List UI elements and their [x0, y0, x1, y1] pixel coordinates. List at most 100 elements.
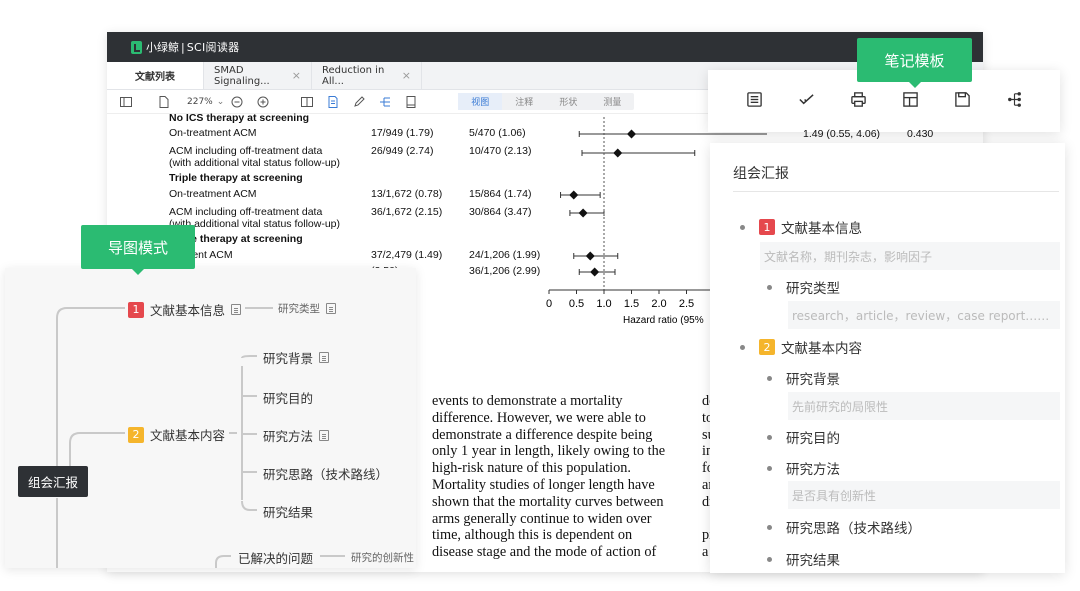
mindmap-icon[interactable]: [1006, 91, 1023, 112]
paper-text-line: high-risk nature of this population.: [432, 460, 631, 477]
close-icon[interactable]: ×: [402, 69, 411, 82]
x-tick-label: 1.5: [624, 298, 639, 310]
mind-node-purpose[interactable]: 研究目的: [263, 388, 313, 407]
mode-switcher: 视图 注释 形状 测量: [458, 93, 635, 110]
tab-literature-list[interactable]: 文献列表: [107, 62, 204, 89]
mode-measure[interactable]: 测量: [590, 93, 634, 110]
note-icon[interactable]: [231, 304, 242, 315]
p-value: 0.430: [906, 128, 934, 140]
notes-template-badge: 笔记模板: [857, 38, 972, 88]
paper-text-line: Mortality studies of longer length have: [432, 476, 655, 493]
paper-text-line: only 1 year in length, likely owing to t…: [432, 443, 666, 460]
app-logo-icon: [131, 40, 142, 54]
tab-smad[interactable]: SMAD Signaling... ×: [204, 62, 312, 89]
paper-text-line: disease stage and the mode of action of: [432, 544, 657, 561]
placeholder-field[interactable]: research，article，review，case report……: [788, 301, 1060, 329]
note-icon[interactable]: [326, 303, 336, 314]
bullet-icon: [767, 375, 772, 381]
zoom-level[interactable]: 227%: [187, 97, 213, 107]
file-icon[interactable]: [157, 95, 171, 109]
note-icon[interactable]: [319, 430, 330, 441]
mind-node-basic-content[interactable]: 2 文献基本内容: [128, 425, 225, 444]
mind-node-background[interactable]: 研究背景: [263, 348, 330, 367]
bullet-icon: [767, 465, 772, 471]
cell-arm1: 17/949 (1.79): [371, 127, 434, 139]
outline-item-method[interactable]: 研究方法: [767, 458, 840, 478]
zoom-out-icon[interactable]: [230, 95, 244, 109]
cell-arm1: 37/2,479 (1.49): [371, 249, 443, 261]
outline-item-result[interactable]: 研究结果: [767, 549, 840, 569]
section-number-badge: 1: [759, 219, 775, 235]
tab-reduction[interactable]: Reduction in All... ×: [312, 62, 422, 89]
mode-annotate[interactable]: 注释: [502, 93, 546, 110]
x-tick-label: 1.0: [596, 298, 611, 310]
pen-icon[interactable]: [352, 95, 366, 109]
paper-text-line: demonstrate a difference despite being: [432, 426, 653, 443]
tab-label: Reduction in All...: [322, 64, 385, 87]
mind-node-method[interactable]: 研究方法: [263, 426, 330, 445]
row-label: On-treatment ACM: [169, 127, 257, 139]
item-label: 研究思路（技术路线）: [786, 521, 921, 537]
x-tick-label: 2.0: [651, 298, 666, 310]
node-label: 文献基本内容: [150, 428, 226, 443]
mind-node-result[interactable]: 研究结果: [263, 502, 313, 521]
outline-section-2[interactable]: 2 文献基本内容: [740, 337, 862, 357]
outline-item-background[interactable]: 研究背景: [767, 368, 840, 388]
row-label: ACM including off-treatment data: [169, 206, 323, 218]
mode-view[interactable]: 视图: [458, 93, 503, 110]
item-label: 研究目的: [786, 431, 840, 447]
x-tick-label: 0: [546, 298, 552, 310]
node-label: 文献基本信息: [150, 303, 226, 318]
outline-item-purpose[interactable]: 研究目的: [767, 427, 840, 447]
section-number-badge: 2: [128, 426, 144, 443]
tab-label: 文献列表: [135, 72, 175, 83]
outline-section-1[interactable]: 1 文献基本信息: [740, 217, 862, 237]
note-icon[interactable]: [319, 352, 330, 363]
close-icon[interactable]: ×: [292, 69, 301, 82]
hazard-ratio-point: [627, 129, 636, 139]
node-label: 研究结果: [263, 505, 314, 520]
row-label: ACM including off-treatment data: [169, 145, 323, 157]
mode-shape[interactable]: 形状: [546, 93, 590, 110]
check-icon[interactable]: [798, 91, 815, 112]
row-label: (with additional vital status follow-up): [169, 157, 340, 169]
app-name: 小绿鲸: [146, 41, 179, 54]
outline-tree-icon[interactable]: [378, 95, 392, 109]
print-icon[interactable]: [850, 91, 867, 112]
app-title: SCI阅读器: [186, 41, 240, 54]
sidebar-toggle-icon[interactable]: [119, 95, 133, 109]
mind-node-type[interactable]: 研究类型: [278, 301, 336, 316]
row-label: No ICS therapy at screening: [169, 112, 310, 124]
item-label: 研究结果: [786, 553, 840, 569]
x-tick-label: 0.5: [569, 298, 584, 310]
placeholder-field[interactable]: 文献名称，期刊杂志，影响因子: [760, 242, 1060, 270]
list-icon[interactable]: [746, 91, 763, 112]
chevron-down-icon[interactable]: ⌄: [217, 97, 225, 107]
zoom-in-icon[interactable]: [256, 95, 270, 109]
placeholder-field[interactable]: 先前研究的局限性: [788, 392, 1060, 420]
save-icon[interactable]: [954, 91, 971, 112]
outline-item-route[interactable]: 研究思路（技术路线）: [767, 517, 921, 537]
bullet-icon: [740, 344, 745, 350]
mind-node-solved[interactable]: 已解决的问题: [238, 548, 313, 567]
mind-node-route[interactable]: 研究思路（技术路线）: [263, 464, 388, 483]
node-label: 研究目的: [263, 391, 314, 406]
cell-arm2: 15/864 (1.74): [469, 188, 532, 200]
stage: 小绿鲸 | SCI阅读器 文献列表 SMAD Signaling... × Red…: [0, 0, 1080, 591]
document-icon[interactable]: [326, 95, 340, 109]
paper-text-line: time, although this is dependent on: [432, 527, 633, 544]
x-tick-label: 2.5: [679, 298, 694, 310]
mind-node-innovation[interactable]: 研究的创新性: [351, 550, 414, 565]
title-separator: |: [181, 40, 185, 54]
mind-node-basic-info[interactable]: 1 文献基本信息: [128, 300, 242, 319]
node-label: 研究背景: [263, 351, 314, 366]
template-icon[interactable]: [902, 91, 919, 112]
book-icon[interactable]: [404, 95, 418, 109]
node-label: 已解决的问题: [238, 551, 314, 566]
two-page-icon[interactable]: [300, 95, 314, 109]
placeholder-field[interactable]: 是否具有创新性: [788, 481, 1060, 509]
row-label: On-treatment ACM: [169, 188, 257, 200]
mind-map-root[interactable]: 组会汇报: [18, 466, 88, 497]
outline-item-type[interactable]: 研究类型: [767, 277, 840, 297]
paper-text-line: events to demonstrate a mortality: [432, 393, 623, 409]
